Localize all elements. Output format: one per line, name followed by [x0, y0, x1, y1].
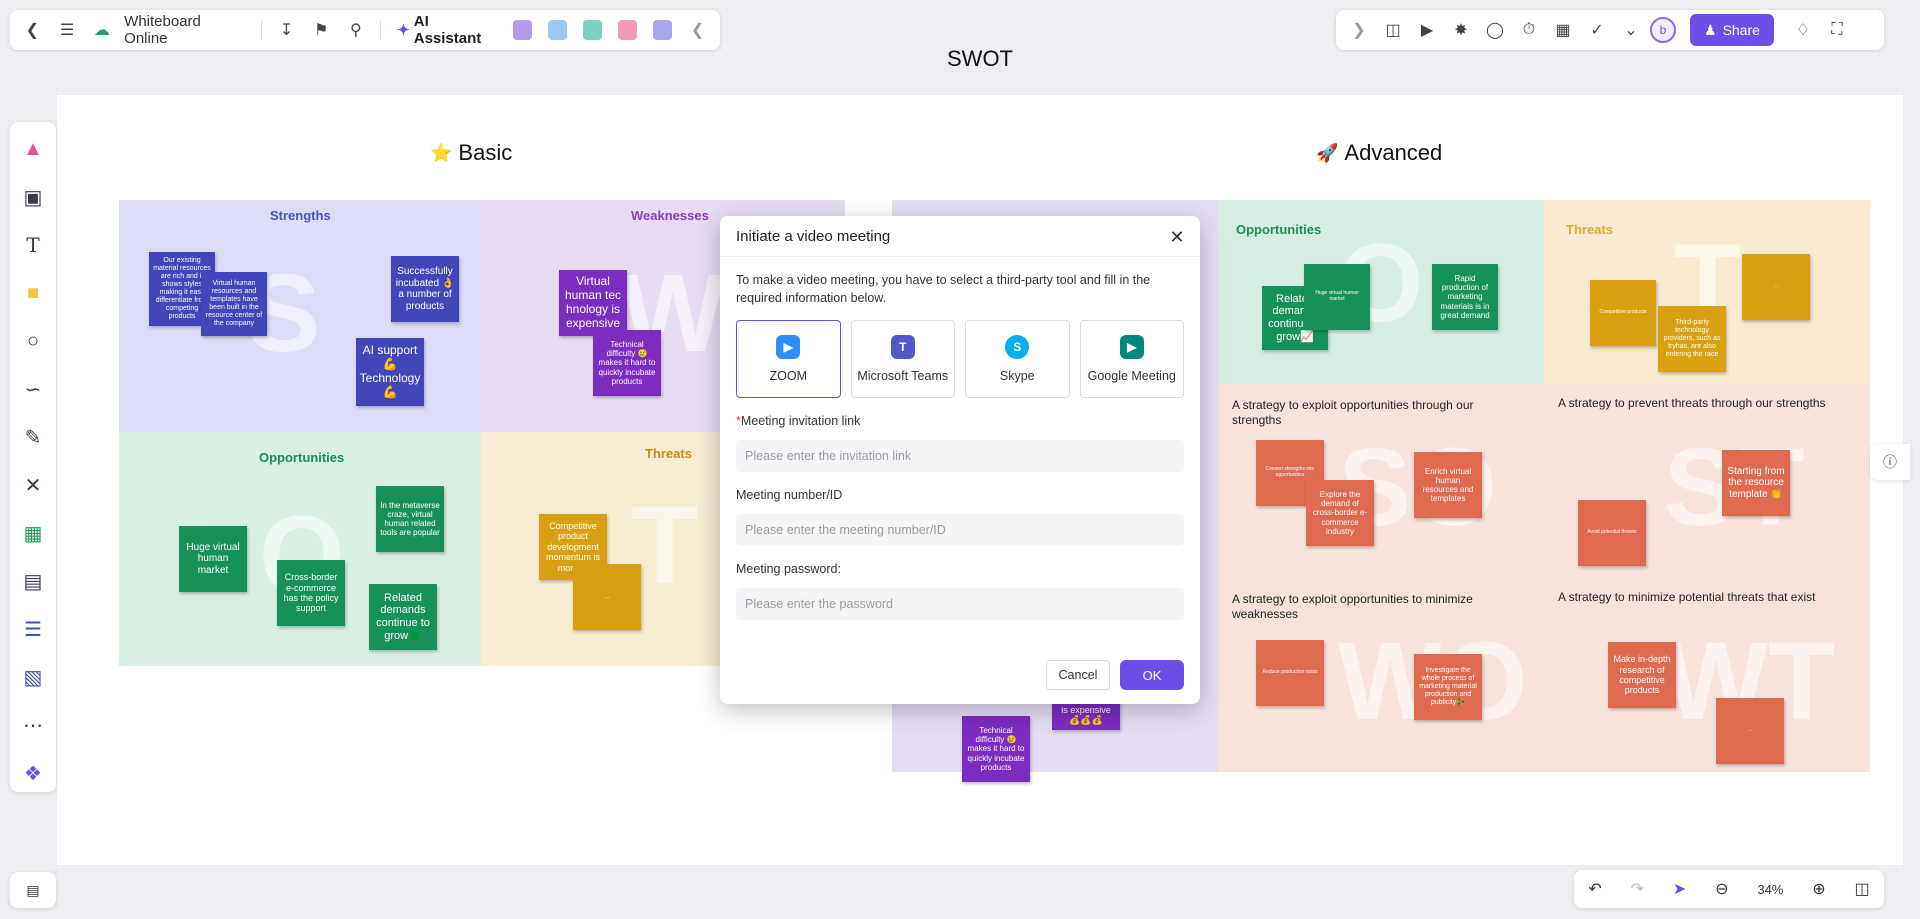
tool-label: ZOOM — [769, 369, 808, 383]
invitation-link-label: *Meeting invitation link — [736, 414, 860, 428]
divider — [720, 256, 1200, 257]
invitation-link-input[interactable] — [736, 440, 1184, 472]
zoom-icon: ▶ — [776, 335, 801, 359]
invitation-link-label-text: Meeting invitation link — [740, 414, 861, 428]
tool-selector: ▶ ZOOM T Microsoft Teams S Skype ▶ Googl… — [736, 320, 1184, 398]
meeting-number-input[interactable] — [736, 514, 1184, 546]
ok-button[interactable]: OK — [1120, 660, 1184, 690]
dialog-description: To make a video meeting, you have to sel… — [736, 273, 1151, 305]
close-icon[interactable]: ✕ — [1166, 226, 1188, 248]
tool-label: Google Meeting — [1087, 369, 1176, 383]
tool-option-teams[interactable]: T Microsoft Teams — [850, 320, 955, 398]
cancel-button[interactable]: Cancel — [1046, 660, 1110, 690]
meeting-password-label: Meeting password: — [736, 562, 841, 576]
skype-icon: S — [1005, 335, 1030, 359]
meeting-number-label: Meeting number/ID — [736, 488, 843, 502]
tool-label: Microsoft Teams — [857, 369, 949, 383]
video-meeting-dialog: Initiate a video meeting ✕ To make a vid… — [720, 216, 1200, 704]
teams-icon: T — [890, 335, 915, 359]
dialog-title: Initiate a video meeting — [736, 228, 891, 245]
tool-option-zoom[interactable]: ▶ ZOOM — [736, 320, 841, 398]
tool-option-skype[interactable]: S Skype — [965, 320, 1070, 398]
tool-option-google-meet[interactable]: ▶ Google Meeting — [1079, 320, 1184, 398]
tool-label: Skype — [999, 369, 1035, 383]
meeting-password-input[interactable] — [736, 588, 1184, 620]
google-meet-icon: ▶ — [1119, 335, 1144, 359]
